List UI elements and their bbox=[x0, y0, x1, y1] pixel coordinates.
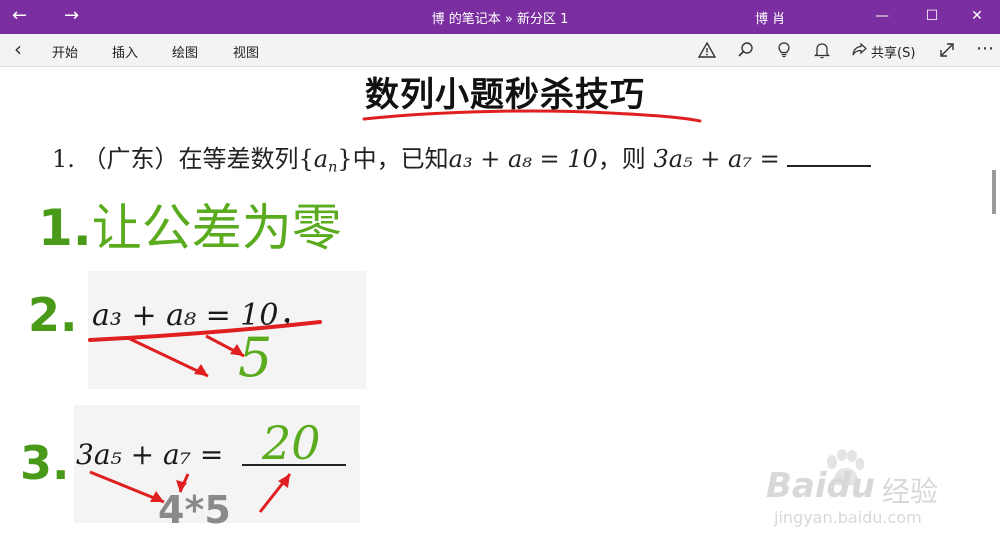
title-bar: ← → 博 的笔记本 » 新分区 1 博 肖 — ☐ ✕ bbox=[0, 0, 1000, 34]
warning-icon[interactable] bbox=[698, 41, 716, 59]
note-page[interactable]: 数列小题秒杀技巧 1. （广东）在等差数列{an}中，已知a₃ + a₈ = 1… bbox=[0, 67, 1000, 214]
question-expr1: a₃ + a₈ = 10 bbox=[448, 145, 598, 173]
ribbon-bar: ‹ 开始 插入 绘图 视图 共享(S) ⋯ bbox=[0, 34, 1000, 67]
question-an-sub: n bbox=[328, 159, 338, 176]
tab-insert[interactable]: 插入 bbox=[112, 42, 138, 61]
expand-icon[interactable] bbox=[938, 41, 956, 59]
watermark-brand-cn: 经验 bbox=[882, 475, 939, 508]
step-3-multiply: 4*5 bbox=[158, 488, 231, 532]
watermark-brand: Baidu bbox=[766, 466, 876, 506]
step-2-annotation bbox=[88, 320, 322, 378]
tab-view[interactable]: 视图 bbox=[233, 42, 259, 61]
watermark-url: jingyan.baidu.com bbox=[774, 508, 922, 527]
more-icon[interactable]: ⋯ bbox=[976, 38, 994, 59]
step-1-text: 让公差为零 bbox=[91, 199, 342, 257]
user-name[interactable]: 博 肖 bbox=[755, 8, 785, 27]
question-line: 1. （广东）在等差数列{an}中，已知a₃ + a₈ = 10，则 3a₅ +… bbox=[52, 139, 872, 176]
question-expr2: 3a₅ + a₇ = bbox=[653, 145, 788, 173]
window-title: 博 的笔记本 » 新分区 1 bbox=[431, 12, 569, 27]
question-mid: }中，已知 bbox=[337, 145, 449, 173]
share-icon[interactable] bbox=[851, 42, 867, 58]
step-2-number: 2. bbox=[28, 288, 78, 342]
close-icon[interactable]: ✕ bbox=[962, 6, 992, 26]
step-3-number: 3. bbox=[20, 436, 70, 490]
baidu-watermark: Baidu 经验 jingyan.baidu.com bbox=[766, 448, 956, 532]
lightbulb-icon[interactable] bbox=[775, 41, 793, 59]
step-1: 1.让公差为零 bbox=[38, 188, 342, 260]
question-an: a bbox=[313, 145, 329, 173]
title-underline-stroke bbox=[362, 109, 702, 123]
question-then: ，则 bbox=[597, 145, 654, 173]
minimize-icon[interactable]: — bbox=[867, 6, 897, 26]
search-icon[interactable] bbox=[737, 41, 755, 59]
scrollbar[interactable] bbox=[992, 170, 996, 214]
bell-icon[interactable] bbox=[813, 41, 831, 59]
step-2-answer: 5 bbox=[238, 326, 273, 389]
tab-draw[interactable]: 绘图 bbox=[172, 42, 198, 61]
tab-home[interactable]: 开始 bbox=[52, 42, 78, 61]
share-button[interactable]: 共享(S) bbox=[871, 42, 915, 61]
chevron-left-icon[interactable]: ‹ bbox=[14, 37, 22, 61]
answer-blank bbox=[787, 147, 872, 167]
maximize-icon[interactable]: ☐ bbox=[917, 6, 947, 26]
step-1-number: 1. bbox=[38, 199, 92, 257]
question-text: 1. （广东）在等差数列{ bbox=[52, 145, 314, 173]
